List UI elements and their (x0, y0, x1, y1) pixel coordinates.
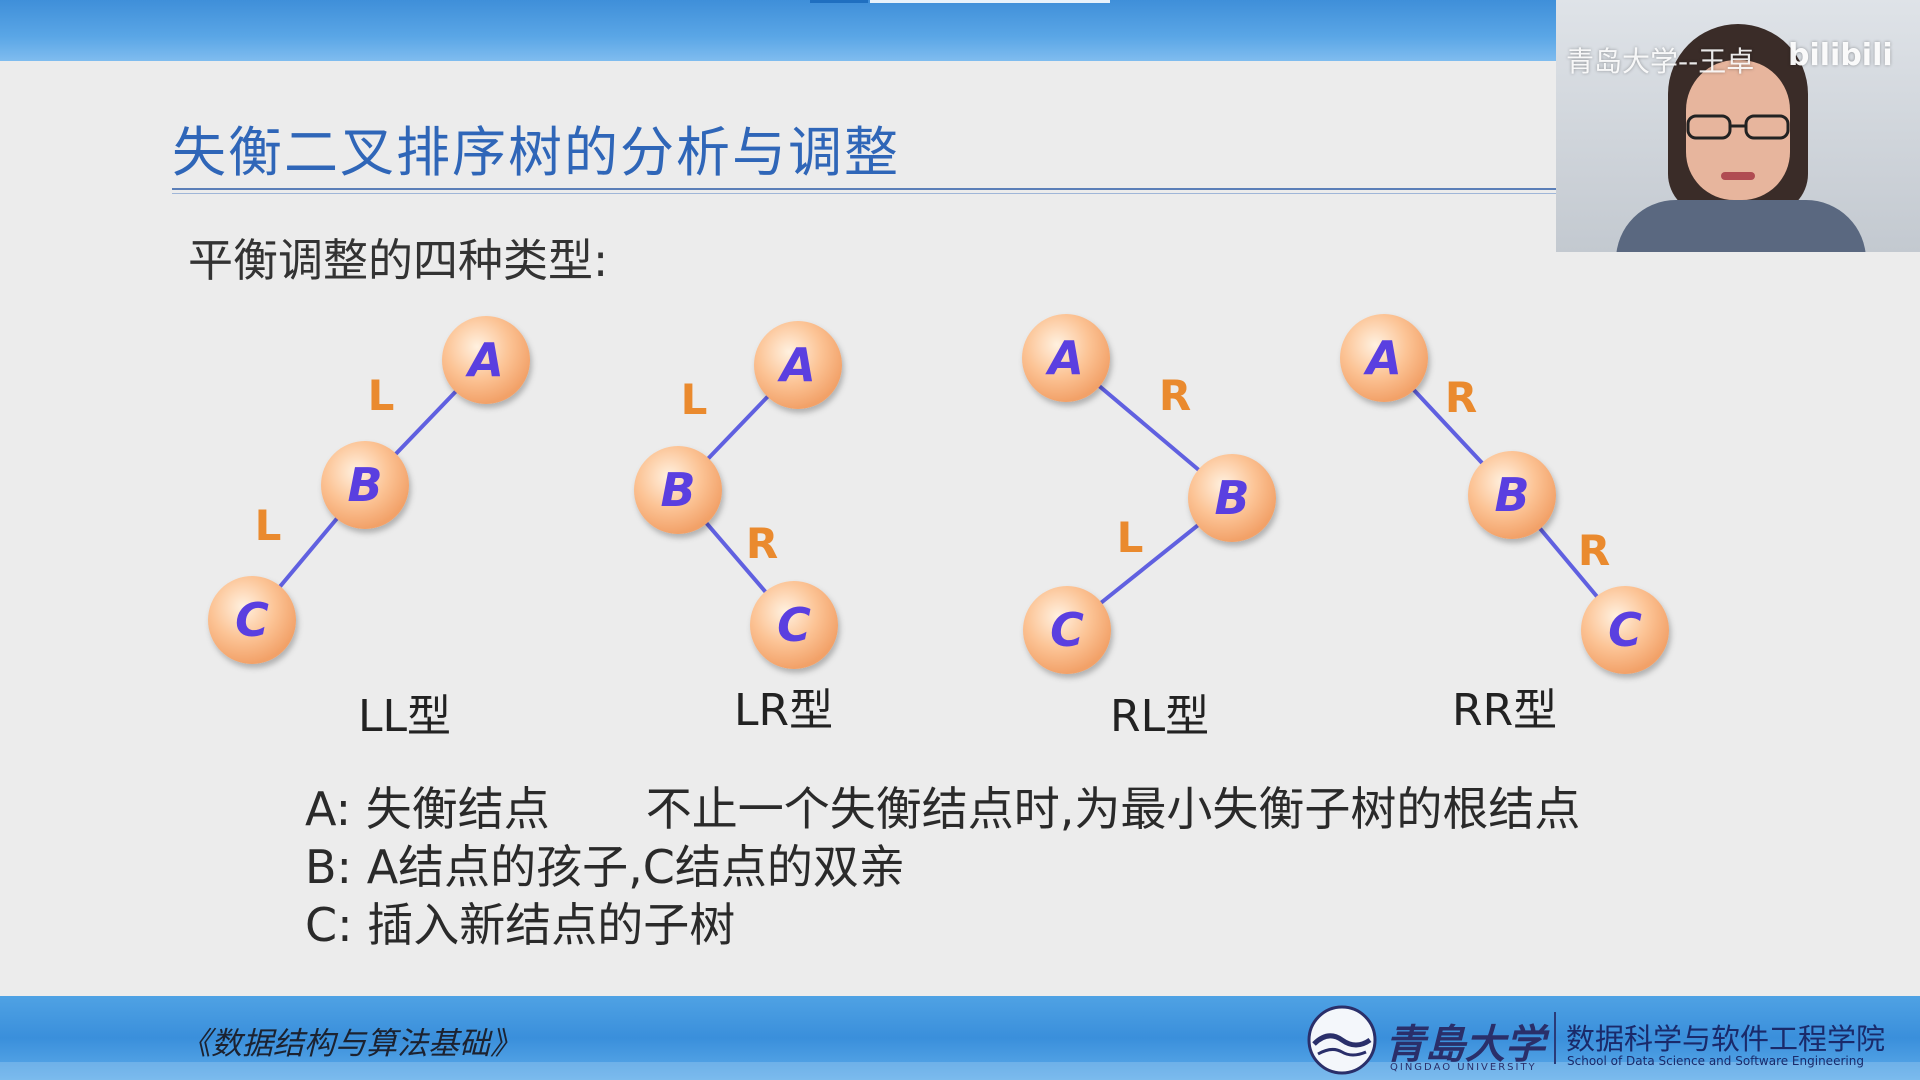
node-b: B (1188, 454, 1276, 542)
case-rl: A B C R L (1022, 314, 1276, 674)
definition-c: C: 插入新结点的子树 (305, 896, 1580, 954)
type-label-rr: RR型 (1452, 685, 1558, 736)
type-label-ll: LL型 (358, 691, 452, 742)
node-b: B (634, 446, 722, 534)
webcam-caption: 青岛大学--王卓 (1566, 45, 1755, 78)
school-name: 数据科学与软件工程学院 (1566, 1022, 1886, 1056)
node-a: A (1340, 314, 1428, 402)
definition-key: C: (305, 898, 353, 952)
node-c: C (750, 581, 838, 669)
node-a: A (754, 321, 842, 409)
definition-extra: 不止一个失衡结点时,为最小失衡子树的根结点 (645, 782, 1581, 836)
definition-key: A: (305, 782, 352, 836)
edge-label-2: R (746, 519, 778, 568)
definition-text: 失衡结点 (365, 782, 550, 836)
node-c-label: C (235, 593, 269, 647)
footer-divider (1554, 1012, 1556, 1064)
node-a: A (442, 316, 530, 404)
node-b: B (1468, 451, 1556, 539)
edge-label-1: R (1445, 373, 1477, 422)
case-lr: A B C L R (634, 321, 842, 669)
course-title: 《数据结构与算法基础》 (180, 1026, 521, 1062)
node-a-label: A (465, 333, 504, 387)
node-c: C (1581, 586, 1669, 674)
definition-key: B: (305, 840, 353, 894)
bilibili-logo: bilibili (1788, 38, 1893, 73)
type-label-rl: RL型 (1110, 691, 1210, 742)
node-b: B (321, 441, 409, 529)
definition-text: A结点的孩子,C结点的双亲 (366, 840, 905, 894)
edge-label-2: L (255, 501, 282, 550)
definition-b: B: A结点的孩子,C结点的双亲 (305, 838, 1580, 896)
presenter-mouth (1721, 172, 1755, 180)
edge-label-1: L (368, 371, 395, 420)
node-b-label: B (1214, 471, 1249, 525)
school-name-en: School of Data Science and Software Engi… (1567, 1054, 1864, 1068)
edge-label-1: R (1159, 371, 1191, 420)
node-c: C (208, 576, 296, 664)
node-c-label: C (1050, 603, 1084, 657)
node-a: A (1022, 314, 1110, 402)
case-rr: A B C R R (1340, 314, 1669, 674)
glasses-icon (1686, 114, 1790, 140)
node-a-label: A (777, 338, 816, 392)
presenter-body (1616, 200, 1866, 252)
edge-label-2: R (1578, 526, 1610, 575)
node-a-label: A (1363, 331, 1402, 385)
node-b-label: B (347, 458, 382, 512)
edge-label-1: L (681, 375, 708, 424)
case-ll: A B C L L (208, 316, 530, 664)
definitions-list: A: 失衡结点 不止一个失衡结点时,为最小失衡子树的根结点 B: A结点的孩子,C… (305, 780, 1580, 954)
node-a-label: A (1045, 331, 1084, 385)
node-b-label: B (660, 463, 695, 517)
university-name-en: QINGDAO UNIVERSITY (1390, 1062, 1537, 1073)
definition-text: 插入新结点的子树 (367, 898, 736, 952)
type-label-lr: LR型 (734, 685, 834, 736)
node-c-label: C (777, 598, 811, 652)
node-c: C (1023, 586, 1111, 674)
university-logo-icon (1307, 1005, 1377, 1075)
webcam-overlay: 青岛大学--王卓 bilibili (1556, 0, 1920, 252)
node-b-label: B (1494, 468, 1529, 522)
node-c-label: C (1608, 603, 1642, 657)
edge-label-2: L (1117, 513, 1144, 562)
definition-a: A: 失衡结点 不止一个失衡结点时,为最小失衡子树的根结点 (305, 780, 1580, 838)
